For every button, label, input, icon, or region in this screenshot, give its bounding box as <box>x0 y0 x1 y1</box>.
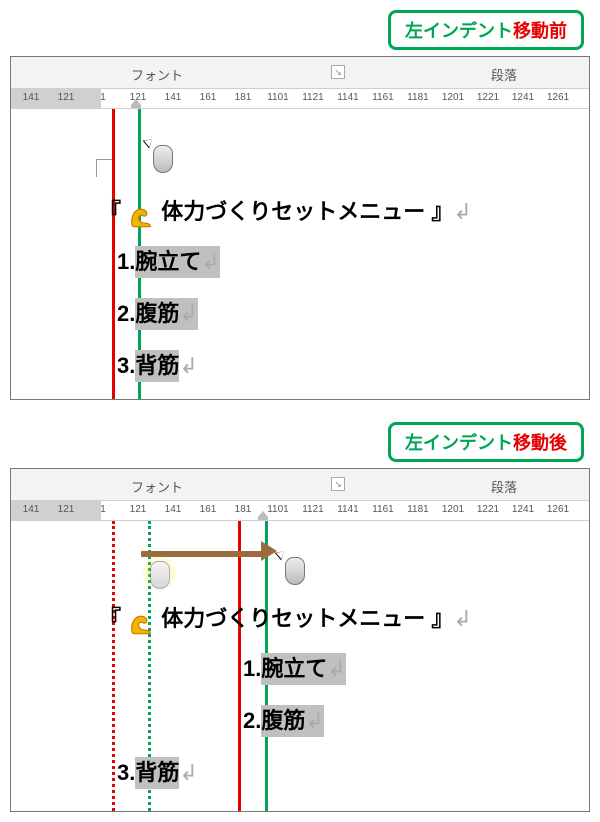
muscle-icon <box>127 201 155 225</box>
font-dialog-launcher[interactable] <box>331 65 345 79</box>
ruler-tick: 1101 <box>267 504 289 515</box>
pilcrow-icon: ↲ <box>327 653 345 685</box>
ribbon-group-font-label: フォント <box>131 65 183 84</box>
mouse-icon <box>149 139 175 175</box>
list-number: 2. <box>243 708 261 733</box>
list-text: 腕立て <box>135 246 201 278</box>
ruler-tick: 1241 <box>512 92 534 103</box>
list-item: 3.背筋↲ <box>117 757 198 789</box>
list-text: 腕立て <box>261 653 327 685</box>
pilcrow-icon: ↲ <box>179 353 197 378</box>
ruler-tick: 121 <box>130 504 147 515</box>
document-area[interactable]: 『 体力づくりセットメニュー 』↲ 1.腕立て↲ 2.腹筋↲ 3.背筋↲ <box>11 109 589 399</box>
list-number: 1. <box>243 656 261 681</box>
guide-line-red <box>112 109 115 399</box>
ruler-tick: 1261 <box>547 92 569 103</box>
ruler-tick: 181 <box>235 504 252 515</box>
badge-after: 左インデント移動後 <box>388 422 584 462</box>
ruler-tick: 1261 <box>547 504 569 515</box>
font-dialog-launcher[interactable] <box>331 477 345 491</box>
badge-before-suffix: 移動前 <box>513 21 567 41</box>
ruler-tick: 1181 <box>407 504 429 515</box>
ribbon-group-paragraph-label: 段落 <box>491 65 517 84</box>
ruler-tick: 1 <box>100 92 106 103</box>
ruler-tick: 121 <box>130 92 147 103</box>
ruler-tick: 141 <box>165 504 182 515</box>
ruler-tick: 161 <box>200 92 217 103</box>
title-open-bracket: 『 <box>99 606 121 631</box>
ruler-tick: 1 <box>100 504 106 515</box>
ruler[interactable]: 141 121 1 121 141 161 181 1101 1121 1141… <box>11 89 589 109</box>
ruler-tick: 1161 <box>372 92 394 103</box>
ruler-tick: 1141 <box>337 504 359 515</box>
pilcrow-icon: ↲ <box>179 298 197 330</box>
ruler-tick: 161 <box>200 504 217 515</box>
ruler-tick: 181 <box>235 92 252 103</box>
drag-arrow-head-icon <box>261 541 277 561</box>
badge-after-prefix: 左インデント <box>405 433 513 453</box>
ribbon-group-paragraph-label: 段落 <box>491 477 517 496</box>
title-text: 体力づくりセットメニュー 』 <box>161 606 453 631</box>
list-number: 3. <box>117 353 135 378</box>
list-number: 1. <box>117 249 135 274</box>
pilcrow-icon: ↲ <box>453 606 471 631</box>
pilcrow-icon: ↲ <box>453 199 471 224</box>
muscle-icon <box>127 608 155 632</box>
ruler-tick: 1181 <box>407 92 429 103</box>
ruler-tick: 1121 <box>302 504 324 515</box>
word-window-before: フォント 段落 141 121 1 121 141 161 181 1101 1… <box>10 56 590 400</box>
ruler-tick: 121 <box>58 504 75 515</box>
list-item: 2.腹筋↲ <box>243 705 324 737</box>
list-item: 1.腕立て↲ <box>117 246 220 278</box>
title-open-bracket: 『 <box>99 199 121 224</box>
ribbon-bar: フォント 段落 <box>11 57 589 89</box>
mouse-icon-end <box>281 551 307 587</box>
ruler-tick: 1221 <box>477 504 499 515</box>
list-text: 腹筋 <box>261 705 305 737</box>
ruler-tick: 141 <box>165 92 182 103</box>
document-area[interactable]: 『 体力づくりセットメニュー 』↲ 1.腕立て↲ 2.腹筋↲ 3.背筋↲ <box>11 521 589 811</box>
ruler-tick: 1121 <box>302 92 324 103</box>
ruler-tick: 121 <box>58 92 75 103</box>
title-text: 体力づくりセットメニュー 』 <box>161 199 453 224</box>
guide-line-red-new <box>238 521 241 811</box>
list-text: 腹筋 <box>135 298 179 330</box>
cursor-arrow-icon <box>143 136 156 149</box>
ruler-tick: 1141 <box>337 92 359 103</box>
ruler-tick: 141 <box>23 92 40 103</box>
list-item: 3.背筋↲ <box>117 350 198 382</box>
list-item: 1.腕立て↲ <box>243 653 346 685</box>
mouse-icon-start <box>146 555 172 591</box>
badge-before: 左インデント移動前 <box>388 10 584 50</box>
list-text: 背筋 <box>135 757 179 789</box>
list-item: 2.腹筋↲ <box>117 298 198 330</box>
ruler-tick: 1101 <box>267 92 289 103</box>
pilcrow-icon: ↲ <box>305 705 323 737</box>
list-number: 3. <box>117 760 135 785</box>
ruler-tick: 1201 <box>442 92 464 103</box>
title-line: 『 体力づくりセットメニュー 』↲ <box>99 194 472 226</box>
list-text: 背筋 <box>135 350 179 382</box>
guide-line-red-old <box>112 521 115 811</box>
pilcrow-icon: ↲ <box>179 760 197 785</box>
ribbon-group-font-label: フォント <box>131 477 183 496</box>
ruler-tick: 1221 <box>477 92 499 103</box>
title-line: 『 体力づくりセットメニュー 』↲ <box>99 601 472 633</box>
ruler-tick: 1161 <box>372 504 394 515</box>
ruler-tick: 1241 <box>512 504 534 515</box>
badge-after-suffix: 移動後 <box>513 433 567 453</box>
ruler[interactable]: 141 121 1 121 141 161 181 1101 1121 1141… <box>11 501 589 521</box>
ruler-tick: 1201 <box>442 504 464 515</box>
ribbon-bar: フォント 段落 <box>11 469 589 501</box>
list-number: 2. <box>117 301 135 326</box>
word-window-after: フォント 段落 141 121 1 121 141 161 181 1101 1… <box>10 468 590 812</box>
badge-before-prefix: 左インデント <box>405 21 513 41</box>
pilcrow-icon: ↲ <box>201 246 219 278</box>
ruler-tick: 141 <box>23 504 40 515</box>
